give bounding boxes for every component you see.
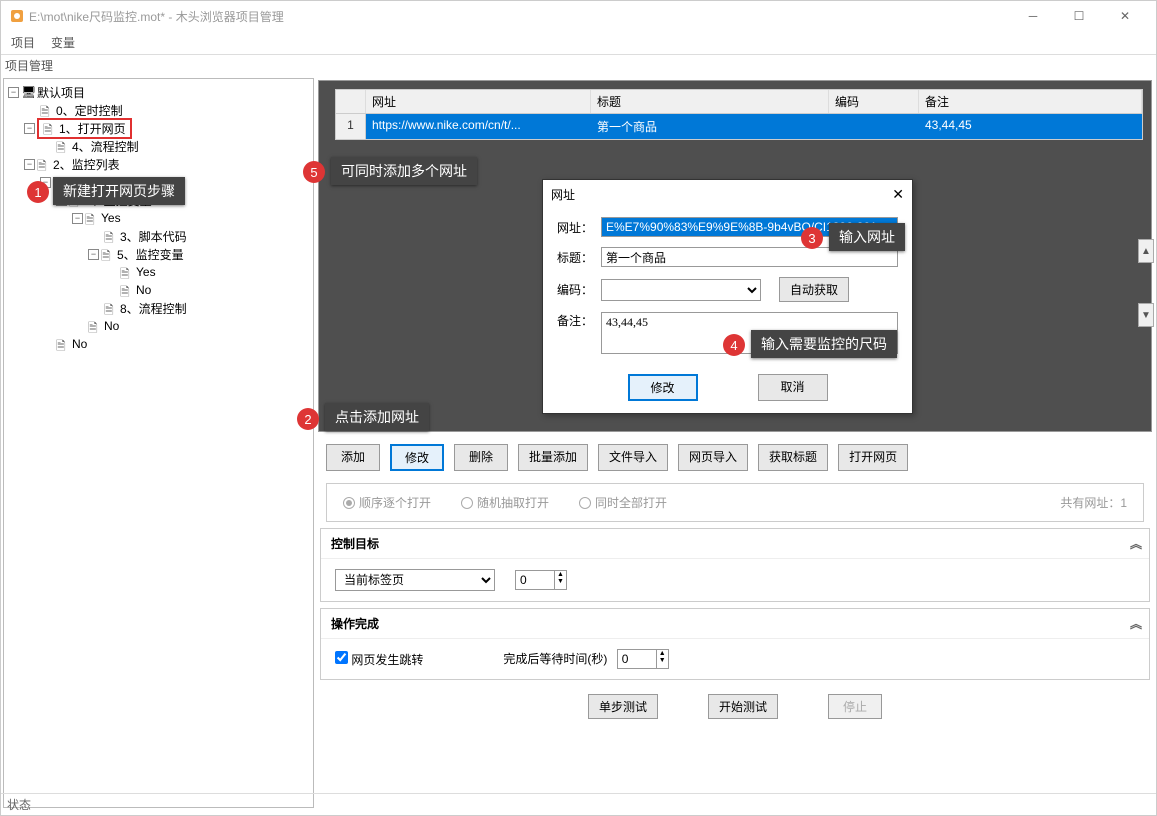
annotation-badge-4: 4 bbox=[723, 334, 745, 356]
url-dialog: 网址 ✕ 网址： 标题： 编码：自动获取 备注： 修改 取消 bbox=[542, 179, 913, 414]
stop-button: 停止 bbox=[828, 694, 882, 719]
edit-button[interactable]: 修改 bbox=[390, 444, 444, 471]
encoding-select[interactable] bbox=[601, 279, 761, 301]
pc-icon bbox=[21, 85, 35, 99]
spinner-down-icon[interactable]: ▼ bbox=[555, 578, 566, 585]
spinner-up-icon[interactable]: ▲ bbox=[657, 650, 668, 657]
tree-node-8[interactable]: 8、流程控制 bbox=[120, 300, 187, 317]
annotation-2: 点击添加网址 bbox=[325, 403, 429, 431]
open-page-button[interactable]: 打开网页 bbox=[838, 444, 908, 471]
scroll-down-button[interactable]: ▼ bbox=[1138, 303, 1154, 327]
tree-no[interactable]: No bbox=[136, 283, 151, 297]
col-title[interactable]: 标题 bbox=[591, 90, 829, 113]
status-bar: 状态 bbox=[1, 793, 1156, 815]
window-title: E:\mot\nike尺码监控.mot* - 木头浏览器项目管理 bbox=[29, 8, 1010, 25]
file-icon bbox=[40, 103, 54, 117]
tree-collapse-icon[interactable]: − bbox=[88, 249, 99, 260]
file-icon bbox=[37, 157, 51, 171]
tree-node-2[interactable]: 2、监控列表 bbox=[53, 156, 120, 173]
tree-yes[interactable]: Yes bbox=[101, 211, 121, 225]
tree-root[interactable]: 默认项目 bbox=[37, 84, 85, 101]
scroll-up-button[interactable]: ▲ bbox=[1138, 239, 1154, 263]
file-icon bbox=[104, 229, 118, 243]
batch-add-button[interactable]: 批量添加 bbox=[518, 444, 588, 471]
panel-label: 项目管理 bbox=[1, 55, 1156, 76]
tree-node-1[interactable]: 1、打开网页 bbox=[59, 120, 126, 137]
col-encoding[interactable]: 编码 bbox=[829, 90, 919, 113]
tree-no[interactable]: No bbox=[72, 337, 87, 351]
collapse-icon[interactable]: ︽ bbox=[1130, 615, 1139, 632]
maximize-button[interactable]: ☐ bbox=[1056, 1, 1102, 31]
table-row[interactable]: 1 https://www.nike.com/cn/t/... 第一个商品 43… bbox=[336, 114, 1142, 139]
file-icon bbox=[56, 139, 70, 153]
open-mode-group: 顺序逐个打开 随机抽取打开 同时全部打开 共有网址：1 bbox=[326, 483, 1144, 522]
file-icon bbox=[104, 301, 118, 315]
web-import-button[interactable]: 网页导入 bbox=[678, 444, 748, 471]
dialog-cancel-button[interactable]: 取消 bbox=[758, 374, 828, 401]
file-icon bbox=[85, 211, 99, 225]
wait-label: 完成后等待时间(秒) bbox=[503, 652, 607, 666]
radio-random[interactable]: 随机抽取打开 bbox=[461, 494, 549, 511]
tree-node-0[interactable]: 0、定时控制 bbox=[56, 102, 123, 119]
target-tab-select[interactable]: 当前标签页 bbox=[335, 569, 495, 591]
annotation-4: 输入需要监控的尺码 bbox=[751, 330, 897, 358]
menu-project[interactable]: 项目 bbox=[11, 34, 35, 51]
file-icon bbox=[88, 319, 102, 333]
url-count-label: 共有网址：1 bbox=[1060, 494, 1127, 511]
spinner-up-icon[interactable]: ▲ bbox=[555, 571, 566, 578]
radio-sequential[interactable]: 顺序逐个打开 bbox=[343, 494, 431, 511]
menu-variable[interactable]: 变量 bbox=[51, 34, 75, 51]
auto-get-button[interactable]: 自动获取 bbox=[779, 277, 849, 302]
annotation-3: 输入网址 bbox=[829, 223, 905, 251]
file-icon bbox=[120, 283, 134, 297]
annotation-badge-5: 5 bbox=[303, 161, 325, 183]
title-bar: E:\mot\nike尺码监控.mot* - 木头浏览器项目管理 ─ ☐ ✕ bbox=[1, 1, 1156, 31]
file-icon bbox=[43, 121, 57, 135]
close-button[interactable]: ✕ bbox=[1102, 1, 1148, 31]
minimize-button[interactable]: ─ bbox=[1010, 1, 1056, 31]
delete-button[interactable]: 删除 bbox=[454, 444, 508, 471]
dialog-close-button[interactable]: ✕ bbox=[892, 186, 904, 203]
app-icon bbox=[9, 8, 25, 24]
annotation-5: 可同时添加多个网址 bbox=[331, 157, 477, 185]
tree-collapse-icon[interactable]: − bbox=[8, 87, 19, 98]
tree-node-5[interactable]: 5、监控变量 bbox=[117, 246, 184, 263]
collapse-icon[interactable]: ︽ bbox=[1130, 535, 1139, 552]
tree-collapse-icon[interactable]: − bbox=[72, 213, 83, 224]
dialog-ok-button[interactable]: 修改 bbox=[628, 374, 698, 401]
col-note[interactable]: 备注 bbox=[919, 90, 1142, 113]
dialog-title: 网址 bbox=[551, 186, 575, 203]
add-button[interactable]: 添加 bbox=[326, 444, 380, 471]
annotation-badge-1: 1 bbox=[27, 181, 49, 203]
tree-collapse-icon[interactable]: − bbox=[24, 159, 35, 170]
tree-node-3[interactable]: 3、脚本代码 bbox=[120, 228, 187, 245]
file-icon bbox=[120, 265, 134, 279]
tree-node-4[interactable]: 4、流程控制 bbox=[72, 138, 139, 155]
spinner-down-icon[interactable]: ▼ bbox=[657, 657, 668, 664]
step-test-button[interactable]: 单步测试 bbox=[588, 694, 658, 719]
get-title-button[interactable]: 获取标题 bbox=[758, 444, 828, 471]
wait-time-spinner[interactable]: ▲▼ bbox=[617, 649, 669, 669]
menu-bar: 项目 变量 bbox=[1, 31, 1156, 55]
section-operation-done: 操作完成︽ 网页发生跳转 完成后等待时间(秒) ▲▼ bbox=[320, 608, 1150, 680]
start-test-button[interactable]: 开始测试 bbox=[708, 694, 778, 719]
radio-all[interactable]: 同时全部打开 bbox=[579, 494, 667, 511]
file-icon bbox=[56, 337, 70, 351]
file-import-button[interactable]: 文件导入 bbox=[598, 444, 668, 471]
annotation-badge-3: 3 bbox=[801, 227, 823, 249]
annotation-badge-2: 2 bbox=[297, 408, 319, 430]
tree-no[interactable]: No bbox=[104, 319, 119, 333]
tree-yes[interactable]: Yes bbox=[136, 265, 156, 279]
file-icon bbox=[101, 247, 115, 261]
target-index-spinner[interactable]: ▲▼ bbox=[515, 570, 567, 590]
annotation-1: 新建打开网页步骤 bbox=[53, 177, 185, 205]
tree-collapse-icon[interactable]: − bbox=[24, 123, 35, 134]
page-redirect-checkbox[interactable]: 网页发生跳转 bbox=[335, 651, 423, 668]
section-control-target: 控制目标︽ 当前标签页 ▲▼ bbox=[320, 528, 1150, 602]
toolbar: 添加 修改 删除 批量添加 文件导入 网页导入 获取标题 打开网页 bbox=[318, 438, 1152, 477]
col-url[interactable]: 网址 bbox=[366, 90, 591, 113]
